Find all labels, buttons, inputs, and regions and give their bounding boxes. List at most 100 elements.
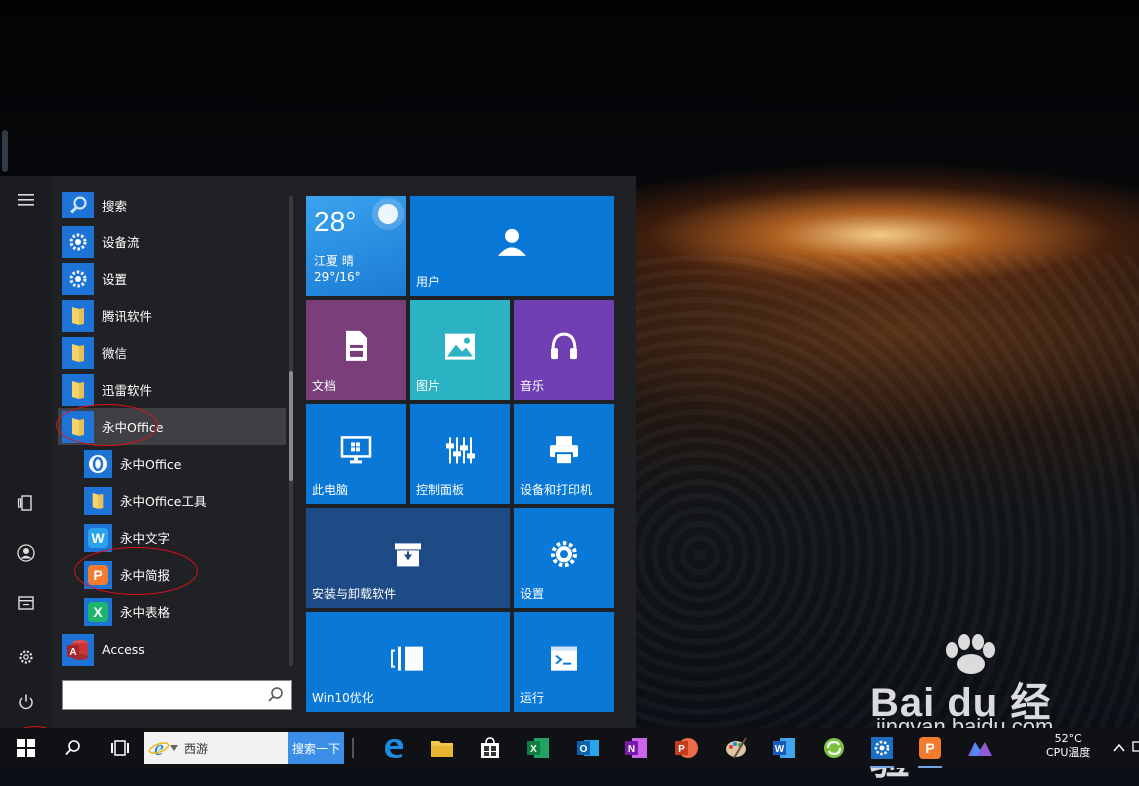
app-label: 设置 xyxy=(102,272,128,287)
svg-text:X: X xyxy=(93,604,103,620)
network-icon xyxy=(1132,741,1139,752)
list-item[interactable]: 微信 xyxy=(58,334,286,371)
powerpoint-icon: P xyxy=(675,738,698,758)
tray-overflow-button[interactable] xyxy=(1112,740,1126,754)
taskbar-onenote[interactable]: N xyxy=(620,732,652,764)
start-search-box[interactable] xyxy=(62,680,292,710)
palette-icon xyxy=(726,737,747,759)
list-item[interactable]: A Access xyxy=(58,631,286,668)
tile-label: 设备和打印机 xyxy=(520,483,593,497)
tile-label: 音乐 xyxy=(520,379,545,393)
task-view-icon xyxy=(111,740,129,756)
tile-music[interactable]: 音乐 xyxy=(514,300,614,400)
cpu-temp-value: 52°C xyxy=(1054,732,1082,745)
tile-label: 文档 xyxy=(312,379,337,393)
edge-icon xyxy=(385,739,404,758)
list-item[interactable]: 设置 xyxy=(58,260,286,297)
windows-logo-icon xyxy=(17,739,35,757)
sliders-icon xyxy=(446,437,475,464)
app-label: 微信 xyxy=(102,346,128,361)
annotation-oval-presentation xyxy=(74,547,198,595)
svg-text:e: e xyxy=(154,737,164,759)
tile-devices-printers[interactable]: 设备和打印机 xyxy=(514,404,614,504)
tile-settings[interactable]: 设置 xyxy=(514,508,614,608)
svg-text:W: W xyxy=(91,530,105,546)
taskbar-search-button[interactable] xyxy=(56,728,90,768)
power-button[interactable] xyxy=(0,682,52,722)
mountain-logo-icon xyxy=(968,742,992,756)
refresh-globe-icon xyxy=(824,738,844,758)
taskbar-outlook[interactable]: O xyxy=(572,732,604,764)
taskbar-browser[interactable] xyxy=(818,732,850,764)
taskbar-paint[interactable] xyxy=(720,732,752,764)
taskbar: e 西游 搜索一下 X O N P W P xyxy=(0,728,1139,768)
annotation-oval-folder xyxy=(56,404,158,446)
svg-text:N: N xyxy=(628,744,635,755)
weather-tile[interactable]: 28° 江夏 晴 29°/16° xyxy=(306,196,406,296)
word-icon: W xyxy=(773,738,795,758)
app-label: 腾讯软件 xyxy=(102,309,153,324)
start-button[interactable] xyxy=(6,728,46,768)
tile-install-uninstall[interactable]: 安装与卸载软件 xyxy=(306,508,510,608)
taskbar-file-explorer[interactable] xyxy=(426,732,458,764)
account-button[interactable] xyxy=(0,533,52,573)
tile-run[interactable]: 运行 xyxy=(514,612,614,712)
folder-icon xyxy=(62,336,94,369)
documents-button[interactable] xyxy=(0,583,52,623)
hamburger-menu-button[interactable] xyxy=(0,180,52,220)
taskbar-excel[interactable]: X xyxy=(522,732,554,764)
taskbar-settings[interactable] xyxy=(866,732,898,768)
list-item[interactable]: 搜索 xyxy=(58,190,286,220)
taskbar-edge[interactable] xyxy=(378,732,410,764)
taskbar-word[interactable]: W xyxy=(768,732,800,764)
gear-icon xyxy=(871,737,893,759)
list-item[interactable]: 永中Office工具 xyxy=(58,482,286,519)
paw-logo-icon xyxy=(946,634,995,674)
taskbar-web-search[interactable]: e 西游 xyxy=(144,732,288,764)
taskbar-divider xyxy=(352,738,354,758)
folder-icon xyxy=(84,486,112,515)
run-icon xyxy=(551,646,577,671)
tile-label: 用户 xyxy=(416,275,441,289)
power-icon xyxy=(19,694,33,710)
outlook-icon: O xyxy=(577,740,599,756)
list-item[interactable]: 腾讯软件 xyxy=(58,297,286,334)
tile-user[interactable]: 用户 xyxy=(410,196,614,296)
gear-app-icon xyxy=(62,262,94,295)
edge-widget-top xyxy=(2,130,8,172)
list-item[interactable]: 设备流 xyxy=(58,223,286,260)
taskbar-search-text: 西游 xyxy=(184,741,209,756)
list-item[interactable]: 迅雷软件 xyxy=(58,371,286,408)
tile-this-pc[interactable]: 此电脑 xyxy=(306,404,406,504)
svg-text:A: A xyxy=(69,647,76,658)
tile-documents[interactable]: 文档 xyxy=(306,300,406,400)
app-label: 搜索 xyxy=(102,198,128,214)
svg-text:O: O xyxy=(580,744,588,755)
app-list-scroll-thumb[interactable] xyxy=(289,371,293,481)
settings-button[interactable] xyxy=(0,637,52,677)
list-item[interactable]: W 永中文字 xyxy=(58,519,286,556)
start-search-input[interactable] xyxy=(67,681,261,709)
app-label: 设备流 xyxy=(102,235,140,250)
tray-network-partial[interactable] xyxy=(1131,738,1139,756)
computer-icon xyxy=(340,436,372,464)
tile-label: 此电脑 xyxy=(312,483,349,497)
tile-control-panel[interactable]: 控制面板 xyxy=(410,404,510,504)
cpu-temp-widget[interactable]: 52°C CPU温度 xyxy=(1046,732,1090,760)
yozo-writer-icon: W xyxy=(84,523,112,552)
list-item[interactable]: X 永中表格 xyxy=(58,593,286,630)
taskbar-search-go-button[interactable]: 搜索一下 xyxy=(288,732,344,764)
task-view-button[interactable] xyxy=(102,728,138,768)
tablet-mode-button[interactable] xyxy=(0,483,52,523)
taskbar-yozo-presentation[interactable]: P xyxy=(914,732,946,768)
onenote-icon: N xyxy=(625,738,647,758)
taskbar-app-m[interactable] xyxy=(964,732,996,764)
tile-win10-optimize[interactable]: Win10优化 xyxy=(306,612,510,712)
tile-pictures[interactable]: 图片 xyxy=(410,300,510,400)
access-icon: A xyxy=(62,633,94,666)
tile-label: 控制面板 xyxy=(416,483,465,497)
taskbar-store[interactable] xyxy=(474,732,506,764)
tile-label: 安装与卸载软件 xyxy=(312,587,397,601)
taskbar-powerpoint[interactable]: P xyxy=(670,732,702,764)
list-item[interactable]: 永中Office xyxy=(58,445,286,482)
